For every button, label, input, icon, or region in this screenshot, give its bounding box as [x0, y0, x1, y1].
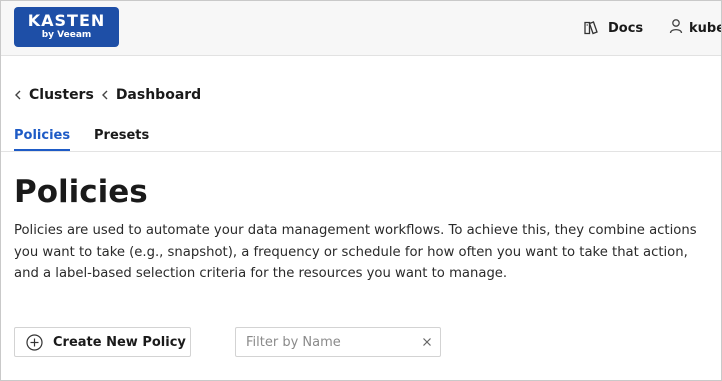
user-menu[interactable]: kube:	[669, 18, 721, 38]
breadcrumb-label: Clusters	[29, 87, 94, 103]
docs-label: Docs	[608, 20, 644, 36]
page-description: Policies are used to automate your data …	[14, 223, 697, 281]
logo-tagline: by Veeam	[41, 30, 92, 40]
tab-bar: Policies Presets	[1, 125, 721, 152]
create-new-policy-button[interactable]: Create New Policy	[14, 327, 191, 357]
filter-box	[235, 327, 441, 357]
docs-link[interactable]: Docs	[583, 18, 643, 38]
breadcrumb-label: Dashboard	[115, 87, 202, 103]
filter-by-name-input[interactable]	[246, 332, 414, 352]
breadcrumb-dashboard[interactable]: Dashboard	[101, 87, 202, 103]
chevron-left-icon	[15, 90, 29, 100]
tab-presets[interactable]: Presets	[94, 128, 149, 143]
app-window: KASTEN by Veeam Docs kube:	[0, 0, 722, 381]
page-title: Policies	[14, 174, 148, 210]
create-button-label: Create New Policy	[53, 334, 186, 350]
user-label: kube:	[689, 20, 721, 36]
close-icon[interactable]	[421, 336, 433, 348]
chevron-left-icon	[101, 90, 116, 100]
user-icon	[669, 18, 683, 38]
breadcrumb-clusters[interactable]: Clusters	[15, 87, 94, 103]
book-icon	[583, 20, 599, 36]
logo-brand: KASTEN	[27, 11, 106, 30]
breadcrumb: Clusters Dashboard	[15, 85, 201, 105]
tab-policies[interactable]: Policies	[14, 128, 71, 151]
plus-circle-icon	[15, 333, 43, 351]
kasten-logo[interactable]: KASTEN by Veeam	[14, 7, 119, 47]
top-bar: KASTEN by Veeam Docs kube:	[1, 1, 721, 56]
